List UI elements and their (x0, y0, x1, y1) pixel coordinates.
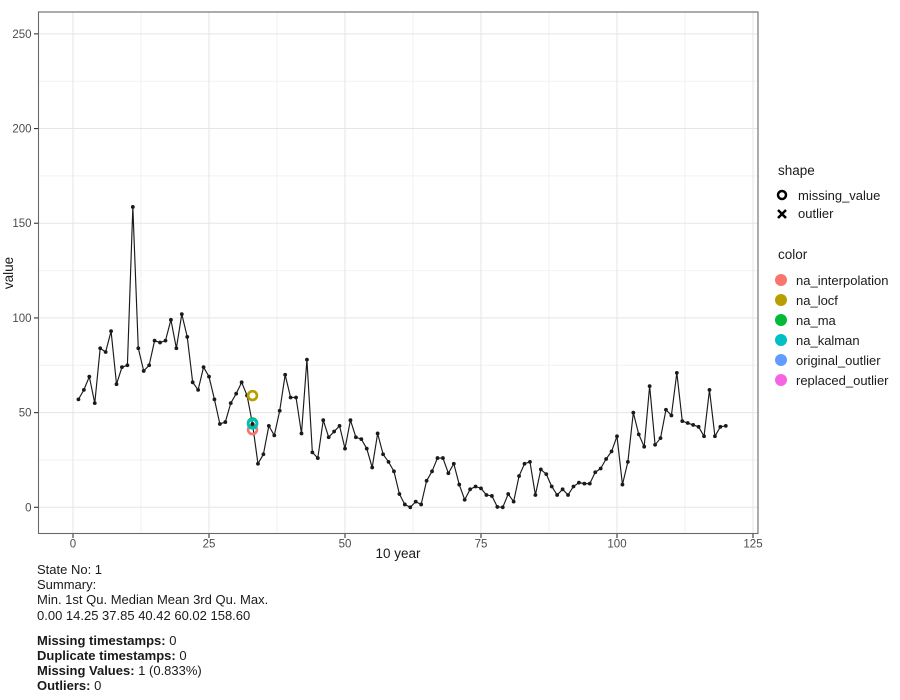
legend-item-replaced-outlier: replaced_outlier (775, 370, 900, 390)
svg-text:50: 50 (19, 408, 32, 420)
svg-text:75: 75 (475, 539, 488, 551)
missing-timestamps-line: Missing timestamps: 0 (37, 633, 268, 648)
x-cross-icon (775, 207, 789, 221)
svg-text:100: 100 (607, 539, 626, 551)
open-circle-icon (775, 188, 789, 202)
grid-layer (39, 12, 759, 534)
color-swatch (775, 314, 787, 326)
legend-item-label: missing_value (798, 188, 880, 203)
series-layer (39, 12, 759, 534)
legend-item-label: na_ma (796, 313, 836, 328)
svg-text:0: 0 (70, 539, 76, 551)
summary-header: Min. 1st Qu. Median Mean 3rd Qu. Max. (37, 592, 268, 607)
legend-item-missing-value: missing_value (775, 186, 900, 205)
legend-item-outlier: outlier (775, 205, 900, 224)
color-swatch (775, 294, 787, 306)
svg-text:50: 50 (339, 539, 352, 551)
x-axis-title: 10 year (375, 546, 421, 561)
legend-item-na-kalman: na_kalman (775, 330, 900, 350)
summary-values: 0.00 14.25 37.85 40.42 60.02 158.60 (37, 608, 268, 623)
svg-text:150: 150 (12, 218, 31, 230)
legend-item-label: outlier (798, 206, 833, 221)
legend-item-label: na_locf (796, 293, 838, 308)
y-axis-title: value (1, 257, 16, 289)
timeseries-plot: 0 25 50 75 100 125 0 50 100 150 200 250 10 year val… (0, 0, 765, 565)
legend-item-label: na_interpolation (796, 273, 889, 288)
svg-text:25: 25 (203, 539, 216, 551)
color-swatch (775, 274, 787, 286)
stats-panel: State No: 1 Summary: Min. 1st Qu. Median… (37, 562, 268, 694)
outliers-line: Outliers: 0 (37, 678, 268, 693)
svg-text:0: 0 (25, 502, 31, 514)
legend-color-section: color na_interpolation na_locf na_ma na_… (775, 247, 900, 390)
state-number-line: State No: 1 (37, 562, 268, 577)
legend-item-na-locf: na_locf (775, 290, 900, 310)
legend-item-na-ma: na_ma (775, 310, 900, 330)
legend-shape-title: shape (778, 163, 900, 178)
duplicate-timestamps-line: Duplicate timestamps: 0 (37, 648, 268, 663)
missing-values-line: Missing Values: 1 (0.833%) (37, 663, 268, 678)
legend: shape missing_value outlier color na_int… (775, 163, 900, 390)
svg-text:100: 100 (12, 313, 31, 325)
svg-text:200: 200 (12, 124, 31, 136)
legend-item-original-outlier: original_outlier (775, 350, 900, 370)
legend-item-label: original_outlier (796, 353, 881, 368)
legend-item-na-interpolation: na_interpolation (775, 270, 900, 290)
summary-title: Summary: (37, 577, 268, 592)
color-swatch (775, 354, 787, 366)
legend-color-title: color (778, 247, 900, 262)
legend-item-label: na_kalman (796, 333, 860, 348)
axis-layer: 0 25 50 75 100 125 0 50 100 150 200 250 (12, 29, 762, 551)
legend-item-label: replaced_outlier (796, 373, 889, 388)
svg-text:125: 125 (743, 539, 762, 551)
color-swatch (775, 334, 787, 346)
svg-text:250: 250 (12, 29, 31, 41)
legend-shape-section: shape missing_value outlier (775, 163, 900, 223)
color-swatch (775, 374, 787, 386)
